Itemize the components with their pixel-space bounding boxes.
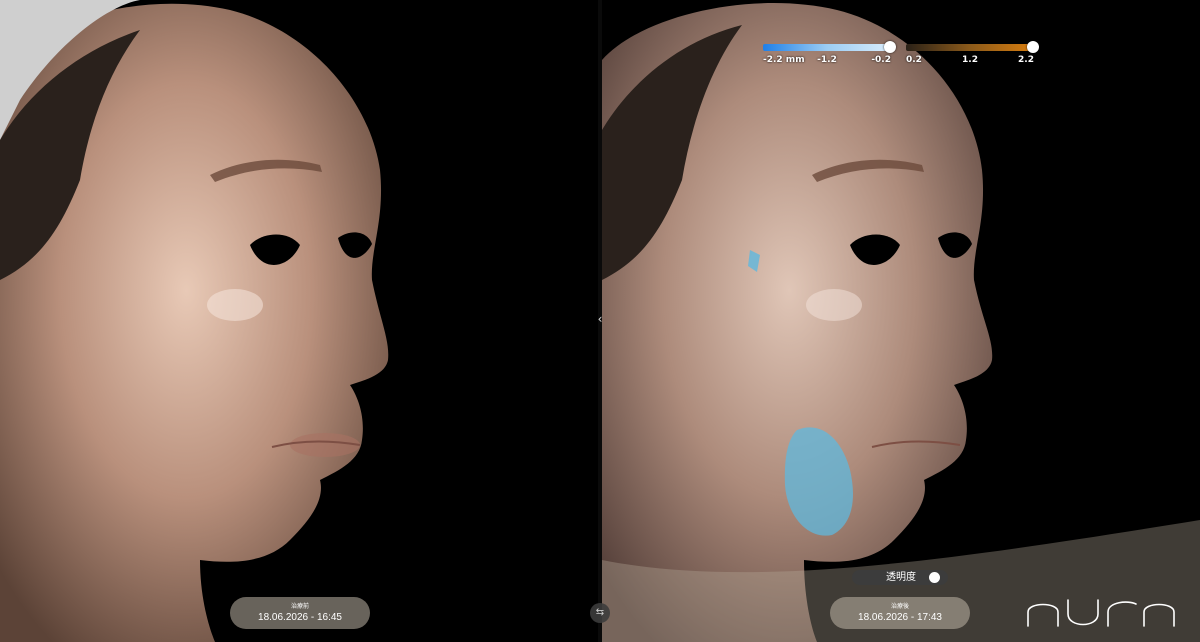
depth-slider-handle[interactable] [884, 41, 896, 53]
after-face-model[interactable] [602, 0, 1200, 642]
chevron-left-icon[interactable]: ‹ [592, 310, 608, 328]
opacity-toggle[interactable]: 透明度 [852, 570, 948, 585]
raise-slider-handle[interactable] [1027, 41, 1039, 53]
raise-gradient-bar[interactable] [906, 41, 1039, 53]
before-label: 治療前 [290, 604, 309, 610]
before-date-badge[interactable]: 治療前 18.06.2026 - 16:45 [230, 597, 370, 629]
depth-min-label: -2.2 mm [763, 55, 805, 65]
before-view-pane[interactable] [0, 0, 598, 642]
after-view-pane[interactable] [602, 0, 1200, 642]
depth-legend: -2.2 mm -1.2 -0.2 [763, 41, 896, 67]
toggle-knob-icon[interactable] [929, 572, 940, 583]
opacity-label: 透明度 [886, 572, 916, 583]
aura-logo [1027, 599, 1175, 627]
after-datetime: 18.06.2026 - 17:43 [858, 612, 942, 623]
after-date-badge[interactable]: 治療後 18.06.2026 - 17:43 [830, 597, 970, 629]
raise-legend: 0.2 1.2 2.2 [906, 41, 1039, 67]
depth-max-label: -0.2 [871, 55, 891, 65]
after-label: 治療後 [890, 604, 909, 610]
swap-arrows-icon[interactable]: ⇆ [590, 603, 610, 623]
before-datetime: 18.06.2026 - 16:45 [258, 612, 342, 623]
depth-gradient-bar[interactable] [763, 41, 896, 53]
raise-max-label: 2.2 [1018, 55, 1034, 65]
raise-mid-label: 1.2 [962, 55, 978, 65]
depth-mid-label: -1.2 [817, 55, 837, 65]
before-face-model[interactable] [0, 0, 598, 642]
raise-min-label: 0.2 [906, 55, 922, 65]
